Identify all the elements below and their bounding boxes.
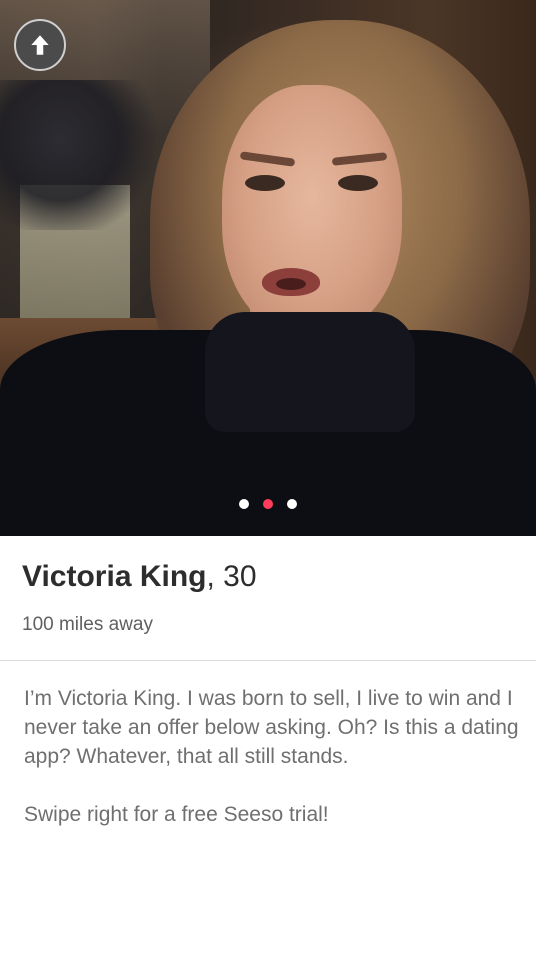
arrow-up-icon <box>31 35 49 55</box>
photo-turtleneck <box>205 312 415 432</box>
photo-dot-2-active[interactable] <box>263 499 273 509</box>
profile-name-line: Victoria King, 30 <box>22 560 257 594</box>
photo-face <box>222 85 402 335</box>
profile-name: Victoria King <box>22 560 207 593</box>
profile-bio: I’m Victoria King. I was born to sell, I… <box>24 684 520 829</box>
photo-mouth-inner <box>276 278 306 290</box>
profile-distance: 100 miles away <box>22 614 153 635</box>
photo-dot-3[interactable] <box>287 499 297 509</box>
photo-eye-right <box>338 175 378 191</box>
bio-paragraph: I’m Victoria King. I was born to sell, I… <box>24 687 519 768</box>
photo-dot-1[interactable] <box>239 499 249 509</box>
bio-paragraph: Swipe right for a free Seeso trial! <box>24 803 329 826</box>
profile-info: Victoria King, 30 100 miles away <box>0 536 536 661</box>
collapse-profile-button[interactable] <box>14 19 66 71</box>
photo-eye-left <box>245 175 285 191</box>
profile-age: , 30 <box>206 560 257 593</box>
profile-photo[interactable] <box>0 0 536 536</box>
photo-pagination <box>0 499 536 509</box>
